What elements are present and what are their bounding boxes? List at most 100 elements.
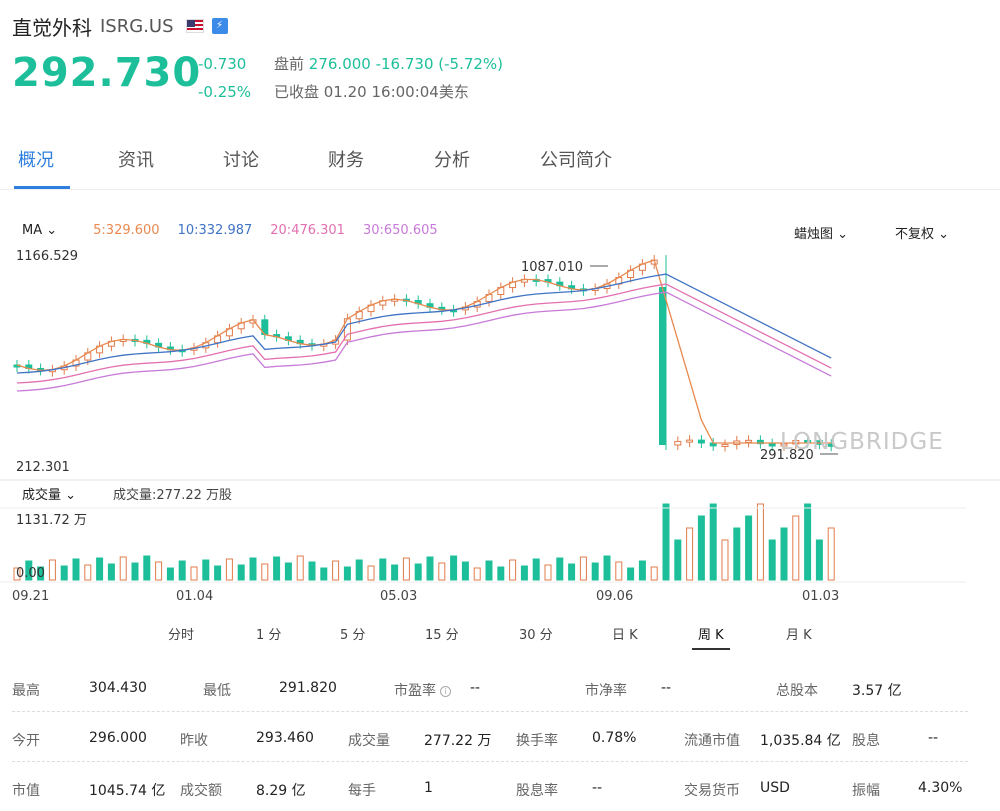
last-price: 292.730 <box>12 50 202 96</box>
stat-value: 304.430 <box>89 680 147 696</box>
ma-line <box>16 283 832 384</box>
main-tabs: 概况 资讯 讨论 财务 分析 公司简介 <box>0 138 1000 190</box>
volume-bar <box>84 564 92 581</box>
volume-bar <box>544 564 552 581</box>
volume-bar <box>60 565 68 581</box>
x-tick-label: 01.03 <box>802 589 839 604</box>
x-tick-label: 05.03 <box>380 589 417 604</box>
volume-bar <box>509 559 517 581</box>
period-30m[interactable]: 30 分 <box>519 624 553 643</box>
premarket-block: 盘前 276.000 -16.730 (-5.72%) 已收盘 01.20 16… <box>274 50 503 106</box>
period-15m[interactable]: 15 分 <box>425 624 459 643</box>
volume-bar <box>721 539 729 581</box>
volume-bar <box>733 527 741 581</box>
kline-svg[interactable]: 1166.529 212.301 1087.010 291.820 LONGBR… <box>0 215 1000 615</box>
info-icon[interactable]: i <box>440 685 451 697</box>
period-1m[interactable]: 1 分 <box>256 624 281 643</box>
x-tick-label: 09.21 <box>12 589 49 604</box>
x-tick-label: 01.04 <box>176 589 213 604</box>
tab-financials[interactable]: 财务 <box>328 146 364 172</box>
volume-bar <box>332 560 340 581</box>
volume-bar <box>650 566 658 581</box>
volume-bar <box>379 558 387 581</box>
us-flag-icon <box>185 19 204 33</box>
peak-label: 1087.010 <box>521 260 583 275</box>
stat-label: 交易货币 <box>684 783 740 799</box>
stat-value: -- <box>661 680 672 696</box>
stat-value: -- <box>928 730 939 746</box>
period-daily[interactable]: 日 K <box>612 624 638 643</box>
tab-discussion[interactable]: 讨论 <box>223 146 259 172</box>
volume-bar <box>72 558 80 581</box>
price-change-pct: -0.25% <box>198 83 252 101</box>
candle-body <box>745 439 753 443</box>
ma-line <box>16 259 832 444</box>
stat-value: 1045.74 亿 <box>89 783 166 799</box>
volume-bar <box>579 556 587 581</box>
volume-bar <box>638 560 646 581</box>
volume-bar <box>568 563 576 581</box>
volume-bar <box>119 556 127 581</box>
volume-bar <box>709 503 717 581</box>
volume-bar <box>745 515 753 581</box>
candle-body <box>697 439 705 444</box>
candle-body <box>674 440 682 446</box>
volume-bar <box>190 566 198 581</box>
stat-value: 291.820 <box>279 680 337 696</box>
tab-analysis[interactable]: 分析 <box>434 146 470 172</box>
watermark: LONGBRIDGE <box>780 429 944 455</box>
stat-label: 每手 <box>348 783 376 799</box>
stat-value: -- <box>470 680 481 696</box>
stat-value: 296.000 <box>89 730 147 746</box>
tab-overview[interactable]: 概况 <box>18 146 54 172</box>
volume-bar <box>674 539 682 581</box>
stats-row: 最高 304.430 最低 291.820 市盈率 i -- 市净率 -- 总股本… <box>0 664 1000 712</box>
stats-row: 今开 296.000 昨收 293.460 成交量 277.22 万 换手率 0… <box>0 714 1000 762</box>
premarket-label: 盘前 <box>274 55 305 73</box>
candle-body <box>768 443 776 447</box>
volume-bar <box>96 557 104 581</box>
stat-label: 市净率 <box>585 683 627 699</box>
volume-selector[interactable]: 成交量 ⌄ <box>22 487 76 503</box>
kline-chart-area: MA ⌄ 5:329.600 10:332.987 20:476.301 30:… <box>0 215 1000 615</box>
volume-bar <box>320 567 328 581</box>
period-5m[interactable]: 5 分 <box>340 624 365 643</box>
volume-bar <box>627 567 635 581</box>
volume-bar <box>815 539 823 581</box>
period-weekly[interactable]: 周 K <box>698 624 724 643</box>
volume-bar <box>461 561 469 581</box>
volume-bar <box>391 564 399 581</box>
trade-badge-icon[interactable]: ⚡ <box>211 18 228 34</box>
stock-code: ISRG.US <box>100 15 174 37</box>
candle-body <box>686 439 694 443</box>
premarket-value: 276.000 -16.730 (-5.72%) <box>308 55 504 73</box>
volume-bar <box>603 555 611 581</box>
volume-bar <box>284 562 292 581</box>
volume-bar <box>343 566 351 581</box>
period-monthly[interactable]: 月 K <box>786 624 812 643</box>
stat-label: 股息率 <box>516 783 558 799</box>
stat-value: 3.57 亿 <box>852 683 902 699</box>
stat-label: 市值 <box>12 783 40 799</box>
stat-label: 流通市值 <box>684 733 740 749</box>
volume-bar <box>261 563 269 581</box>
stat-value: 0.78% <box>592 730 637 746</box>
tab-news[interactable]: 资讯 <box>118 146 154 172</box>
volume-bar <box>485 560 493 581</box>
volume-bar <box>591 562 599 581</box>
volume-bar <box>308 561 316 581</box>
volume-bar <box>662 503 670 581</box>
volume-bar <box>296 555 304 581</box>
stat-label: 成交量 <box>348 733 390 749</box>
vol-axis-low: 0.00 <box>16 566 45 581</box>
volume-bar <box>686 527 694 581</box>
volume-bar <box>697 515 705 581</box>
stat-label: 最高 <box>12 683 40 699</box>
stat-value: USD <box>760 780 790 796</box>
stat-label: 昨收 <box>180 733 208 749</box>
volume-bar <box>166 567 174 581</box>
period-intraday[interactable]: 分时 <box>168 624 194 643</box>
y-axis-high: 1166.529 <box>16 249 78 264</box>
tab-company-profile[interactable]: 公司简介 <box>540 146 612 172</box>
volume-bar <box>804 503 812 581</box>
